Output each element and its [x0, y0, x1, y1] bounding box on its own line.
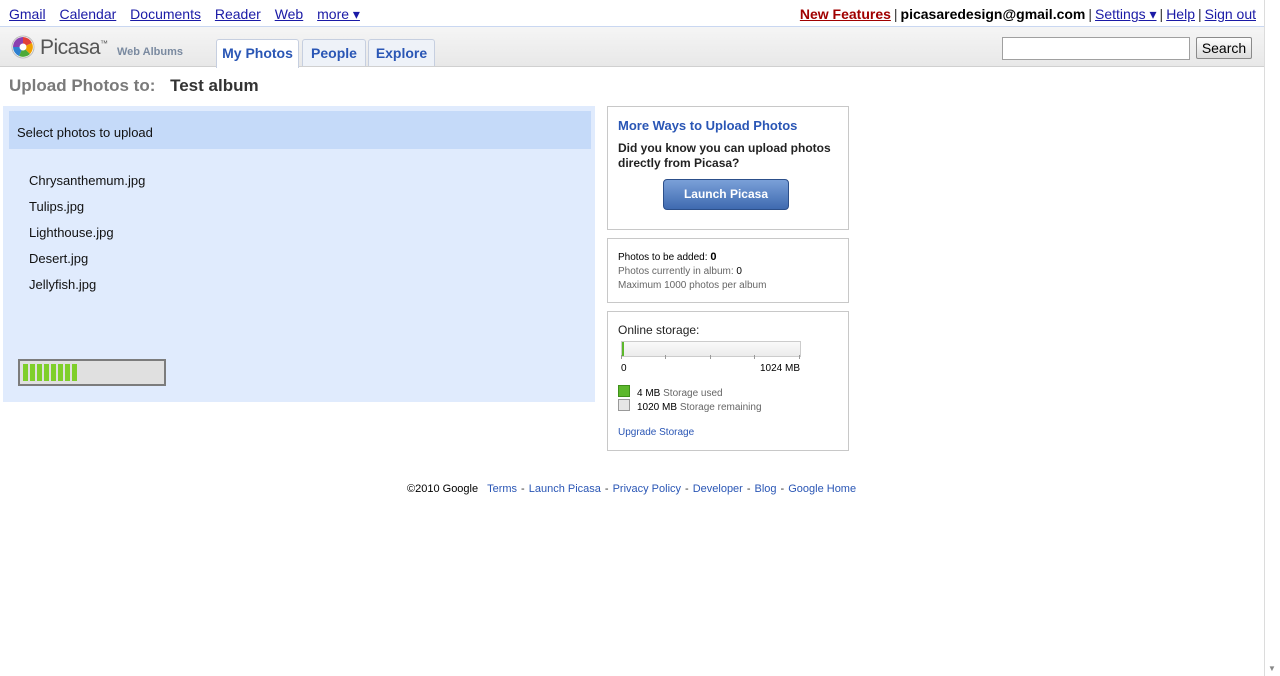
footer-blog-link[interactable]: Blog [755, 483, 777, 495]
separator: | [1088, 6, 1093, 22]
calendar-link[interactable]: Calendar [59, 6, 116, 22]
storage-title: Online storage: [618, 323, 700, 337]
upgrade-storage-link[interactable]: Upgrade Storage [618, 427, 694, 438]
storage-used-fill [622, 342, 624, 356]
progress-segment [65, 364, 70, 381]
launch-picasa-button[interactable]: Launch Picasa [663, 179, 789, 210]
vertical-scrollbar[interactable]: ▼ [1264, 0, 1280, 676]
storage-box: Online storage: 0 1024 MB 4 MB Storage u… [607, 311, 849, 451]
logo-wordmark: Picasa™ [40, 36, 108, 59]
upload-progress-fill [23, 364, 77, 381]
photo-count-box: Photos to be added: 0 Photos currently i… [607, 238, 849, 303]
picasa-pinwheel-icon [11, 35, 35, 59]
reader-link[interactable]: Reader [215, 6, 261, 22]
storage-scale-min: 0 [621, 363, 627, 374]
search-input[interactable] [1002, 37, 1190, 60]
file-item: Chrysanthemum.jpg [29, 173, 146, 188]
file-list: Chrysanthemum.jpg Tulips.jpg Lighthouse.… [29, 173, 145, 303]
separator: - [521, 483, 525, 495]
page-title: Upload Photos to: Test album [9, 76, 259, 96]
footer-google-home-link[interactable]: Google Home [788, 483, 856, 495]
separator: - [746, 483, 751, 495]
progress-segment [30, 364, 35, 381]
logo-subtitle: Web Albums [117, 46, 184, 58]
scroll-down-arrow-icon[interactable]: ▼ [1268, 664, 1276, 673]
progress-segment [37, 364, 42, 381]
select-photos-header[interactable]: Select photos to upload [9, 111, 591, 149]
footer-terms-link[interactable]: Terms [487, 483, 517, 495]
footer-launch-picasa-link[interactable]: Launch Picasa [529, 483, 601, 495]
upload-to-label: Upload Photos to: [9, 76, 156, 95]
album-name[interactable]: Test album [170, 76, 258, 95]
storage-remaining-legend: 1020 MB Storage remaining [618, 399, 762, 413]
separator: - [685, 483, 689, 495]
more-ways-box: More Ways to Upload Photos Did you know … [607, 106, 849, 230]
max-photos-note: Maximum 1000 photos per album [618, 280, 767, 291]
file-item: Lighthouse.jpg [29, 225, 114, 240]
progress-segment [23, 364, 28, 381]
file-item: Desert.jpg [29, 251, 89, 266]
footer: ©2010 Google Terms - Launch Picasa - Privacy… [407, 483, 856, 495]
help-link[interactable]: Help [1166, 6, 1195, 22]
storage-ticks [621, 355, 801, 361]
file-item: Tulips.jpg [29, 199, 85, 214]
settings-menu[interactable]: Settings ▾ [1095, 6, 1157, 22]
gmail-link[interactable]: Gmail [9, 6, 46, 22]
tab-my-photos[interactable]: My Photos [216, 39, 299, 68]
tab-people[interactable]: People [302, 39, 366, 66]
storage-scale-max: 1024 MB [760, 363, 801, 374]
upload-progress-bar [18, 359, 166, 386]
sign-out-link[interactable]: Sign out [1205, 6, 1256, 22]
more-menu[interactable]: more ▾ [317, 6, 360, 22]
photos-to-add: Photos to be added: 0 [618, 251, 717, 263]
file-item: Jellyfish.jpg [29, 277, 97, 292]
photos-in-album: Photos currently in album: 0 [618, 266, 742, 277]
tab-explore[interactable]: Explore [368, 39, 435, 66]
separator: | [1197, 6, 1202, 22]
google-bar: Gmail Calendar Documents Reader Web more… [0, 0, 1265, 27]
google-apps-nav: Gmail Calendar Documents Reader Web more… [9, 6, 370, 23]
progress-segment [58, 364, 63, 381]
copyright: ©2010 Google [407, 483, 479, 495]
separator: - [604, 483, 609, 495]
used-swatch [618, 385, 630, 397]
footer-developer-link[interactable]: Developer [693, 483, 743, 495]
remaining-swatch [618, 399, 630, 411]
progress-segment [51, 364, 56, 381]
select-photos-label: Select photos to upload [17, 125, 153, 140]
storage-used-legend: 4 MB Storage used [618, 385, 723, 399]
upload-panel: Select photos to upload Chrysanthemum.jp… [3, 106, 595, 402]
separator: - [780, 483, 785, 495]
search-button[interactable]: Search [1196, 37, 1252, 59]
new-features-link[interactable]: New Features [800, 6, 891, 22]
account-email: picasaredesign@gmail.com [900, 6, 1086, 22]
more-ways-title: More Ways to Upload Photos [618, 118, 798, 133]
separator: | [1159, 6, 1164, 22]
picasa-header: Picasa™ Web Albums My Photos People Expl… [0, 27, 1265, 68]
footer-privacy-link[interactable]: Privacy Policy [613, 483, 681, 495]
separator: | [893, 6, 898, 22]
more-ways-description: Did you know you can upload photos direc… [618, 141, 831, 170]
web-link[interactable]: Web [275, 6, 304, 22]
progress-segment [72, 364, 77, 381]
progress-segment [44, 364, 49, 381]
documents-link[interactable]: Documents [130, 6, 201, 22]
account-nav: New Features | picasaredesign@gmail.com | Se… [800, 6, 1256, 23]
